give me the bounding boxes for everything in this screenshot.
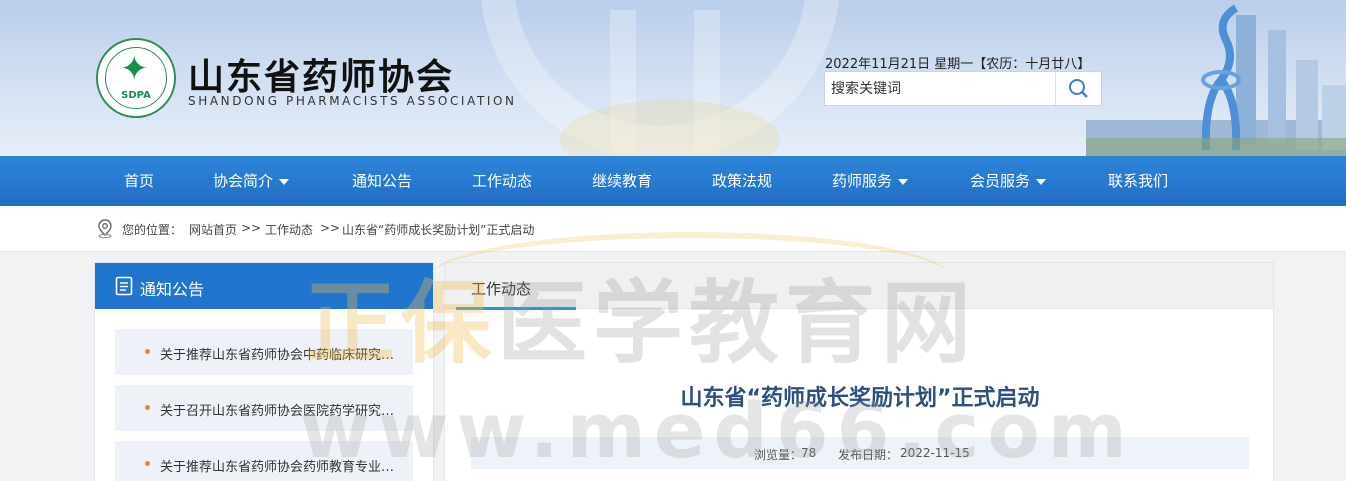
sidebar-header: 通知公告 xyxy=(95,263,433,309)
search-input[interactable] xyxy=(825,72,1056,105)
association-logo[interactable]: ✦ SDPA xyxy=(96,38,176,118)
site-subtitle: SHANDONG PHARMACISTS ASSOCIATION xyxy=(188,94,517,108)
document-icon xyxy=(115,276,133,296)
tab-label: 工作动态 xyxy=(471,280,532,298)
nav-label: 首页 xyxy=(124,172,155,190)
skyline-illustration xyxy=(1086,4,1346,156)
main-navigation: 首页 协会简介 通知公告 工作动态 继续教育 政策法规 药师服务 会员服务 联系… xyxy=(0,156,1346,206)
logo-abbreviation: SDPA xyxy=(121,90,151,101)
notice-link: 关于召开山东省药师协会医院药学研究专业委员会会议的通知 xyxy=(160,404,405,419)
star-icon: ✦ xyxy=(120,49,149,89)
tab-work-news[interactable]: 工作动态 xyxy=(456,263,576,310)
nav-label: 通知公告 xyxy=(352,172,413,190)
nav-item-contact[interactable]: 联系我们 xyxy=(1108,156,1168,206)
article-panel: 工作动态 山东省“药师成长奖励计划”正式启动 浏览量： 78 发布日期： 202… xyxy=(444,262,1274,481)
bullet-icon xyxy=(145,461,150,466)
site-title: 山东省药师协会 xyxy=(188,57,455,98)
nav-item-news[interactable]: 工作动态 xyxy=(472,156,532,206)
caret-down-icon xyxy=(279,178,290,185)
publish-date: 2022-11-15 xyxy=(900,446,970,460)
notice-list-item[interactable]: 关于召开山东省药师协会医院药学研究专业委员会会议的通知 xyxy=(115,385,413,431)
notice-link: 关于推荐山东省药师协会中药临床研究专业委员会委员的通知 xyxy=(160,348,405,363)
article-meta: 浏览量： 78 发布日期： 2022-11-15 xyxy=(471,437,1249,469)
tab-bar: 工作动态 xyxy=(445,263,1273,310)
breadcrumb-current: 山东省“药师成长奖励计划”正式启动 xyxy=(342,223,535,237)
current-date: 2022年11月21日 星期一【农历：十月廿八】 xyxy=(825,57,1091,72)
nav-label: 联系我们 xyxy=(1108,172,1169,190)
nav-item-member-services[interactable]: 会员服务 xyxy=(970,156,1047,206)
views-label: 浏览量： xyxy=(754,448,803,462)
article-title: 山东省“药师成长奖励计划”正式启动 xyxy=(680,386,1040,411)
nav-label: 工作动态 xyxy=(472,172,533,190)
notice-sidebar: 通知公告 关于推荐山东省药师协会中药临床研究专业委员会委员的通知 关于召开山东省… xyxy=(94,262,434,481)
nav-item-education[interactable]: 继续教育 xyxy=(592,156,652,206)
caret-down-icon xyxy=(1036,178,1047,185)
site-header: ✦ SDPA 山东省药师协会 SHANDONG PHARMACISTS ASSO… xyxy=(0,0,1346,156)
location-pin-icon xyxy=(98,219,112,238)
nav-item-about[interactable]: 协会简介 xyxy=(213,156,290,206)
search-button[interactable] xyxy=(1055,72,1101,105)
views-count: 78 xyxy=(801,446,817,460)
sidebar-title: 通知公告 xyxy=(140,280,205,299)
breadcrumb-home-link[interactable]: 网站首页 xyxy=(189,221,237,238)
bullet-icon xyxy=(145,405,150,410)
breadcrumb: 您的位置： 网站首页 >> 工作动态 >> 山东省“药师成长奖励计划”正式启动 xyxy=(0,206,1346,252)
breadcrumb-section-link[interactable]: 工作动态 xyxy=(265,221,313,238)
nav-label: 药师服务 xyxy=(832,172,893,190)
publish-date-label: 发布日期： xyxy=(838,448,899,462)
nav-label: 会员服务 xyxy=(970,172,1031,190)
notice-list-item[interactable]: 关于推荐山东省药师协会药师教育专业委员会委员的通知 xyxy=(115,441,413,481)
breadcrumb-prefix: 您的位置： xyxy=(122,223,183,237)
notice-link: 关于推荐山东省药师协会药师教育专业委员会委员的通知 xyxy=(160,460,405,475)
breadcrumb-separator: >> xyxy=(241,221,262,235)
nav-item-policy[interactable]: 政策法规 xyxy=(712,156,772,206)
notice-list-item[interactable]: 关于推荐山东省药师协会中药临床研究专业委员会委员的通知 xyxy=(115,329,413,375)
breadcrumb-separator: >> xyxy=(320,221,341,235)
caret-down-icon xyxy=(898,178,909,185)
search-box xyxy=(824,71,1102,106)
nav-item-home[interactable]: 首页 xyxy=(124,156,154,206)
search-icon xyxy=(1069,79,1088,98)
nav-item-notices[interactable]: 通知公告 xyxy=(352,156,412,206)
nav-item-pharmacist-services[interactable]: 药师服务 xyxy=(832,156,909,206)
nav-label: 继续教育 xyxy=(592,172,653,190)
nav-label: 政策法规 xyxy=(712,172,773,190)
bullet-icon xyxy=(145,349,150,354)
tab-active-indicator xyxy=(456,307,576,310)
nav-label: 协会简介 xyxy=(213,172,274,190)
